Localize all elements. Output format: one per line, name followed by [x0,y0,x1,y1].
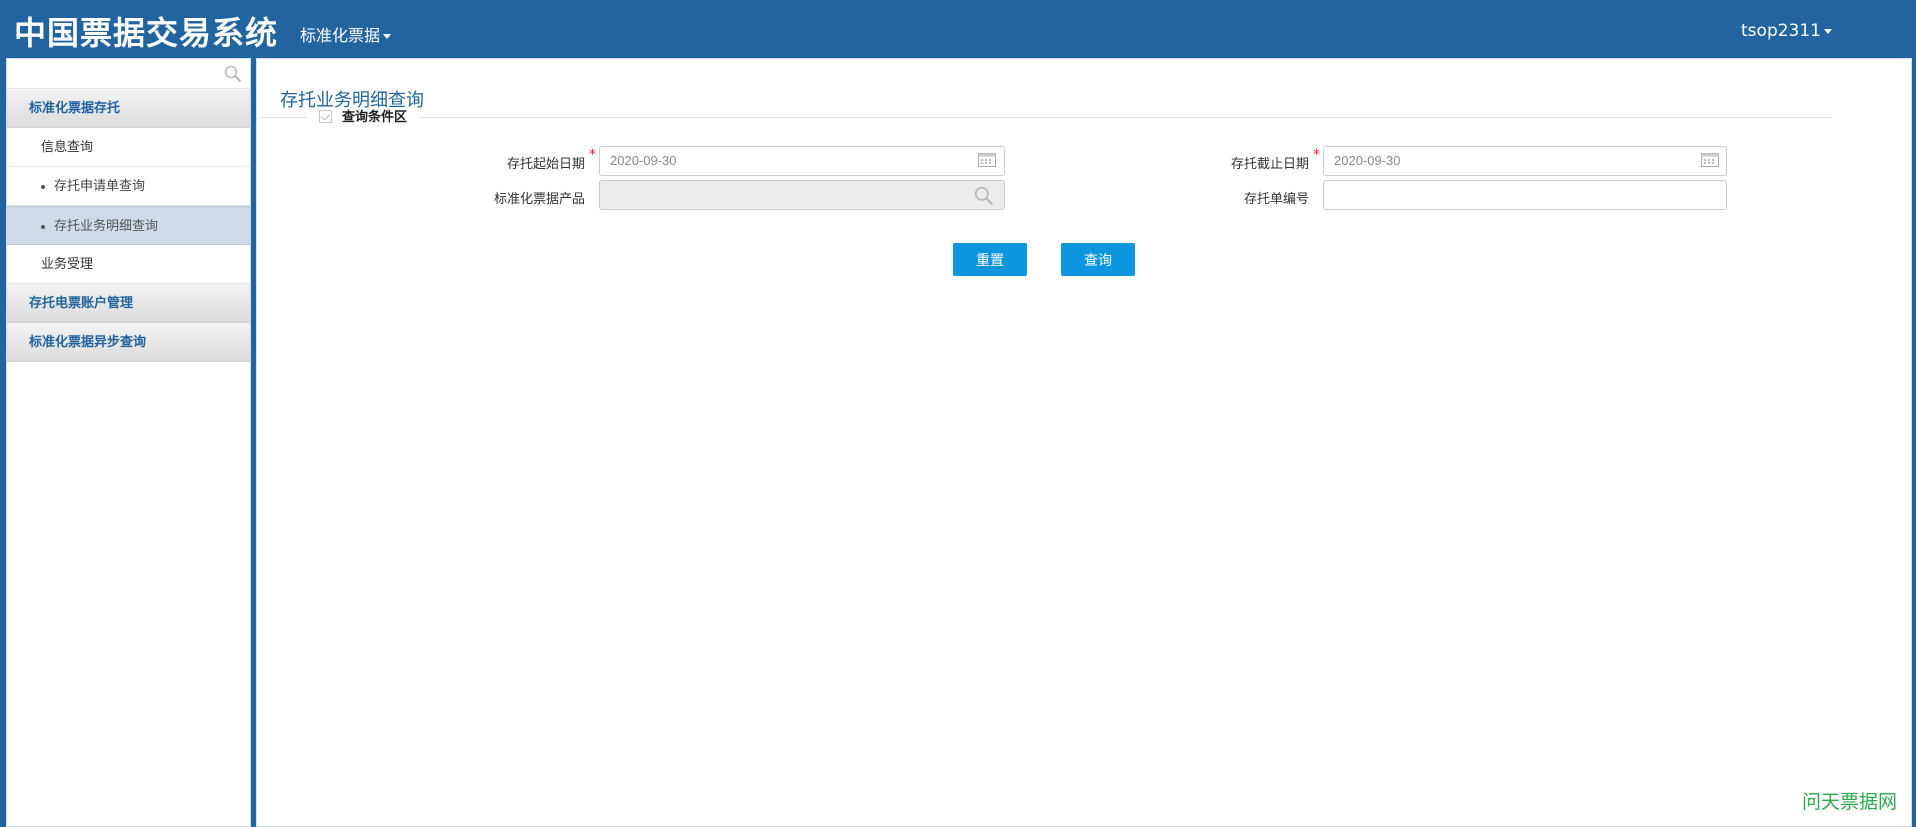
sidebar-group-async-query[interactable]: 标准化票据异步查询 [7,323,250,362]
sidebar-subitem-detail-query[interactable]: 存托业务明细查询 [7,206,250,245]
calendar-icon[interactable] [1701,153,1719,171]
product-label: 标准化票据产品 [493,192,585,207]
sidebar-search-input[interactable] [7,59,250,88]
search-icon[interactable] [224,65,242,87]
product-field[interactable] [599,180,1005,210]
nav-menu-standard-bills[interactable]: 标准化票据 [300,22,392,46]
sidebar-item-info-query[interactable]: 信息查询 [7,128,250,167]
sidebar-item-business-accept[interactable]: 业务受理 [7,245,250,284]
required-mark: * [1313,147,1320,163]
sidebar-group-deposit[interactable]: 标准化票据存托 [7,89,250,128]
watermark-text: 问天票据网 [1801,791,1897,813]
bullet-icon [41,224,45,229]
order-no-input[interactable] [1323,180,1727,210]
nav-menu-label: 标准化票据 [300,26,381,45]
user-name: tsop2311 [1741,21,1821,41]
sidebar-subitem-label: 存托业务明细查询 [54,219,159,234]
section-divider [261,117,1832,118]
query-button[interactable]: 查询 [1061,243,1135,276]
start-date-field[interactable]: 2020-09-30 [599,146,1005,176]
calendar-icon[interactable] [978,153,996,171]
order-no-label: 存托单编号 [1243,192,1309,207]
collapse-checkbox-icon[interactable] [319,110,332,123]
app-title: 中国票据交易系统 [14,14,279,52]
user-menu[interactable]: tsop2311 [1741,21,1832,41]
bullet-icon [41,184,45,189]
sidebar-subitem-apply-query[interactable]: 存托申请单查询 [7,167,250,206]
search-icon[interactable] [974,186,994,210]
sidebar-search [7,59,250,89]
caret-down-icon [1824,28,1832,34]
end-date-label: 存托截止日期 [1230,157,1309,172]
reset-button[interactable]: 重置 [953,243,1027,276]
sidebar-group-account-mgmt[interactable]: 存托电票账户管理 [7,284,250,323]
end-date-field[interactable]: 2020-09-30 [1323,146,1727,176]
required-mark: * [589,147,596,163]
legend-label: 查询条件区 [342,110,408,125]
top-header-bar: 中国票据交易系统 标准化票据 tsop2311 [0,0,1916,58]
main-panel: 存托业务明细查询 查询条件区 存托起始日期 * 2020-09-30 存托截止日… [256,58,1912,827]
query-section-legend[interactable]: 查询条件区 [307,109,420,127]
sidebar-subitem-label: 存托申请单查询 [54,179,146,194]
caret-down-icon [383,34,392,39]
sidebar: 标准化票据存托 信息查询 存托申请单查询 存托业务明细查询 业务受理 存托电票账… [6,58,251,827]
start-date-label: 存托起始日期 [506,157,585,172]
